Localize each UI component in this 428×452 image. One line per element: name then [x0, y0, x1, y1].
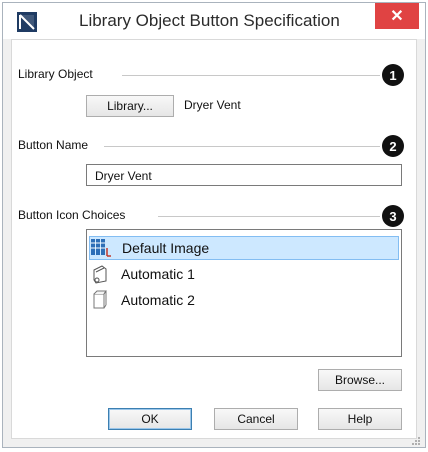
automatic-2-icon	[89, 289, 111, 311]
window-title: Library Object Button Specification	[79, 11, 340, 30]
automatic-1-icon	[89, 263, 111, 285]
list-item-automatic-1[interactable]: Automatic 1	[89, 262, 195, 286]
callout-badge-3: 3	[382, 205, 404, 227]
library-object-label: Library Object	[18, 67, 99, 81]
button-name-label: Button Name	[18, 138, 95, 152]
library-button[interactable]: Library...	[86, 95, 174, 117]
library-object-divider	[122, 75, 380, 76]
icon-choices-divider	[158, 216, 380, 217]
list-item-default-image[interactable]: Default Image	[89, 236, 399, 260]
callout-badge-1: 1	[382, 64, 404, 86]
title-bar[interactable]: Library Object Button Specification ✕	[3, 3, 425, 39]
list-item-label: Default Image	[122, 240, 210, 256]
default-image-icon	[90, 237, 112, 259]
help-button[interactable]: Help	[318, 408, 402, 430]
close-button[interactable]: ✕	[375, 3, 419, 29]
list-item-label: Automatic 1	[121, 266, 195, 282]
browse-button[interactable]: Browse...	[318, 369, 402, 391]
list-item-label: Automatic 2	[121, 292, 195, 308]
dialog-content: Library Object 1 Library... Dryer Vent B…	[11, 39, 417, 439]
icon-choices-label: Button Icon Choices	[18, 208, 132, 222]
icon-choices-list[interactable]: Default Image Automatic 1 Automatic 2	[86, 229, 402, 357]
dialog-window: Library Object Button Specification ✕ Li…	[2, 2, 426, 448]
button-name-field[interactable]: Dryer Vent	[86, 164, 402, 186]
close-icon: ✕	[390, 8, 404, 25]
library-object-name: Dryer Vent	[184, 98, 241, 112]
ok-button[interactable]: OK	[108, 408, 192, 430]
resize-grip-icon[interactable]	[411, 433, 421, 445]
callout-badge-2: 2	[382, 135, 404, 157]
list-item-automatic-2[interactable]: Automatic 2	[89, 288, 195, 312]
button-name-divider	[104, 146, 380, 147]
cancel-button[interactable]: Cancel	[214, 408, 298, 430]
app-icon	[17, 12, 37, 32]
